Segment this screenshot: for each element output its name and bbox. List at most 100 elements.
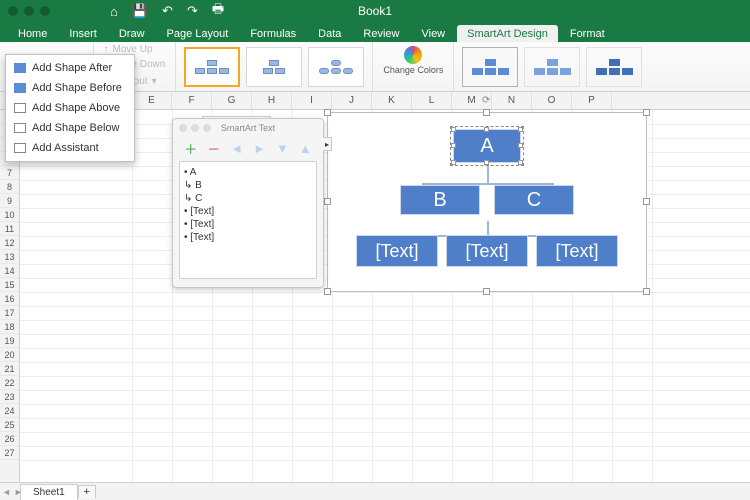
panel-close-icon[interactable] <box>179 124 187 132</box>
sheet-nav-prev-icon[interactable]: ◄ <box>2 487 11 497</box>
col-header[interactable]: I <box>292 92 332 109</box>
row-header[interactable]: 7 <box>0 166 19 180</box>
tab-formulas[interactable]: Formulas <box>240 25 306 42</box>
resize-handle[interactable] <box>483 109 490 116</box>
style-thumb-1[interactable] <box>462 47 518 87</box>
tab-page-layout[interactable]: Page Layout <box>157 25 239 42</box>
org-node-top[interactable]: A <box>453 129 521 163</box>
dd-add-shape-above[interactable]: Add Shape Above <box>6 98 134 118</box>
row-header[interactable]: 13 <box>0 250 19 264</box>
resize-handle[interactable] <box>643 288 650 295</box>
tab-insert[interactable]: Insert <box>59 25 107 42</box>
col-header[interactable]: K <box>372 92 412 109</box>
layout-thumb-1[interactable] <box>184 47 240 87</box>
resize-handle[interactable] <box>483 288 490 295</box>
col-header[interactable]: F <box>172 92 212 109</box>
row-header[interactable]: 9 <box>0 194 19 208</box>
row-header[interactable]: 17 <box>0 306 19 320</box>
style-thumb-3[interactable] <box>586 47 642 87</box>
window-title: Book1 <box>0 4 750 18</box>
row-header[interactable]: 12 <box>0 236 19 250</box>
change-colors-label: Change Colors <box>383 65 443 75</box>
col-header[interactable]: P <box>572 92 612 109</box>
row-header[interactable]: 16 <box>0 292 19 306</box>
row-header[interactable]: 26 <box>0 432 19 446</box>
dd-add-shape-after[interactable]: Add Shape After <box>6 58 134 78</box>
dd-label: Add Shape Below <box>32 122 119 134</box>
shape-outline-icon <box>14 123 26 133</box>
smartart-text-titlebar[interactable]: SmartArt Text <box>173 119 323 137</box>
add-item-icon[interactable]: ＋ <box>184 139 197 158</box>
col-header[interactable]: E <box>132 92 172 109</box>
tab-format[interactable]: Format <box>560 25 615 42</box>
row-header[interactable]: 15 <box>0 278 19 292</box>
col-header[interactable]: O <box>532 92 572 109</box>
tab-view[interactable]: View <box>411 25 455 42</box>
org-node-bottom[interactable]: [Text] <box>446 235 528 267</box>
tab-smartart-design[interactable]: SmartArt Design <box>457 25 558 42</box>
row-header[interactable]: 10 <box>0 208 19 222</box>
row-header[interactable]: 21 <box>0 362 19 376</box>
smartart-list-item[interactable]: • [Text] <box>184 218 312 231</box>
add-sheet-button[interactable]: + <box>78 485 96 498</box>
col-header[interactable]: N <box>492 92 532 109</box>
smartart-canvas[interactable]: ⟳ A B C [Text] [Text] [Text] <box>327 112 647 292</box>
panel-expand-icon[interactable]: ▸ <box>323 137 332 151</box>
row-header[interactable]: 18 <box>0 320 19 334</box>
row-header[interactable]: 27 <box>0 446 19 460</box>
layout-thumb-3[interactable] <box>308 47 364 87</box>
org-node-label: B <box>433 189 446 212</box>
resize-handle[interactable] <box>324 198 331 205</box>
ribbon-layouts-gallery <box>176 42 373 91</box>
sheet-nav: ◄► <box>2 487 23 497</box>
resize-handle[interactable] <box>324 109 331 116</box>
org-node-bottom[interactable]: [Text] <box>356 235 438 267</box>
resize-handle[interactable] <box>643 109 650 116</box>
change-colors-button[interactable]: Change Colors <box>373 42 454 91</box>
tab-home[interactable]: Home <box>8 25 57 42</box>
col-header[interactable]: G <box>212 92 252 109</box>
smartart-list-item[interactable]: • [Text] <box>184 231 312 244</box>
rotate-handle-icon[interactable]: ⟳ <box>482 95 490 106</box>
row-header[interactable]: 14 <box>0 264 19 278</box>
smartart-list-item[interactable]: • A <box>184 166 312 179</box>
col-header[interactable]: L <box>412 92 452 109</box>
dd-add-shape-below[interactable]: Add Shape Below <box>6 118 134 138</box>
dd-add-assistant[interactable]: Add Assistant <box>6 138 134 158</box>
layout-thumb-2[interactable] <box>246 47 302 87</box>
sheet-tab[interactable]: Sheet1 <box>20 484 78 500</box>
panel-min-icon[interactable] <box>191 124 199 132</box>
resize-handle[interactable] <box>324 288 331 295</box>
smartart-text-list[interactable]: • A ↳ B ↳ C • [Text] • [Text] • [Text] <box>179 161 317 279</box>
smartart-list-item[interactable]: • [Text] <box>184 205 312 218</box>
row-header[interactable]: 22 <box>0 376 19 390</box>
indent-icon[interactable]: ► <box>253 141 266 156</box>
style-thumb-2[interactable] <box>524 47 580 87</box>
org-node-mid[interactable]: C <box>494 185 574 215</box>
tab-review[interactable]: Review <box>353 25 409 42</box>
org-node-mid[interactable]: B <box>400 185 480 215</box>
move-down-icon[interactable]: ▼ <box>276 141 289 156</box>
move-up-icon[interactable]: ▲ <box>299 141 312 156</box>
panel-zoom-icon[interactable] <box>203 124 211 132</box>
row-header[interactable]: 23 <box>0 390 19 404</box>
dd-add-shape-before[interactable]: Add Shape Before <box>6 78 134 98</box>
smartart-list-item[interactable]: ↳ B <box>184 179 312 192</box>
smartart-list-item[interactable]: ↳ C <box>184 192 312 205</box>
row-header[interactable]: 25 <box>0 418 19 432</box>
col-header[interactable]: H <box>252 92 292 109</box>
tab-draw[interactable]: Draw <box>109 25 155 42</box>
outdent-icon[interactable]: ◄ <box>230 141 243 156</box>
row-header[interactable]: 8 <box>0 180 19 194</box>
row-header[interactable]: 20 <box>0 348 19 362</box>
org-node-bottom[interactable]: [Text] <box>536 235 618 267</box>
remove-item-icon[interactable]: － <box>207 139 220 158</box>
sheet-nav-next-icon[interactable]: ► <box>14 487 23 497</box>
row-header[interactable]: 24 <box>0 404 19 418</box>
resize-handle[interactable] <box>643 198 650 205</box>
col-header[interactable]: J <box>332 92 372 109</box>
row-header[interactable]: 11 <box>0 222 19 236</box>
tab-data[interactable]: Data <box>308 25 351 42</box>
smartart-text-panel[interactable]: SmartArt Text ＋ － ◄ ► ▼ ▲ • A ↳ B ↳ C • … <box>172 118 324 288</box>
row-header[interactable]: 19 <box>0 334 19 348</box>
